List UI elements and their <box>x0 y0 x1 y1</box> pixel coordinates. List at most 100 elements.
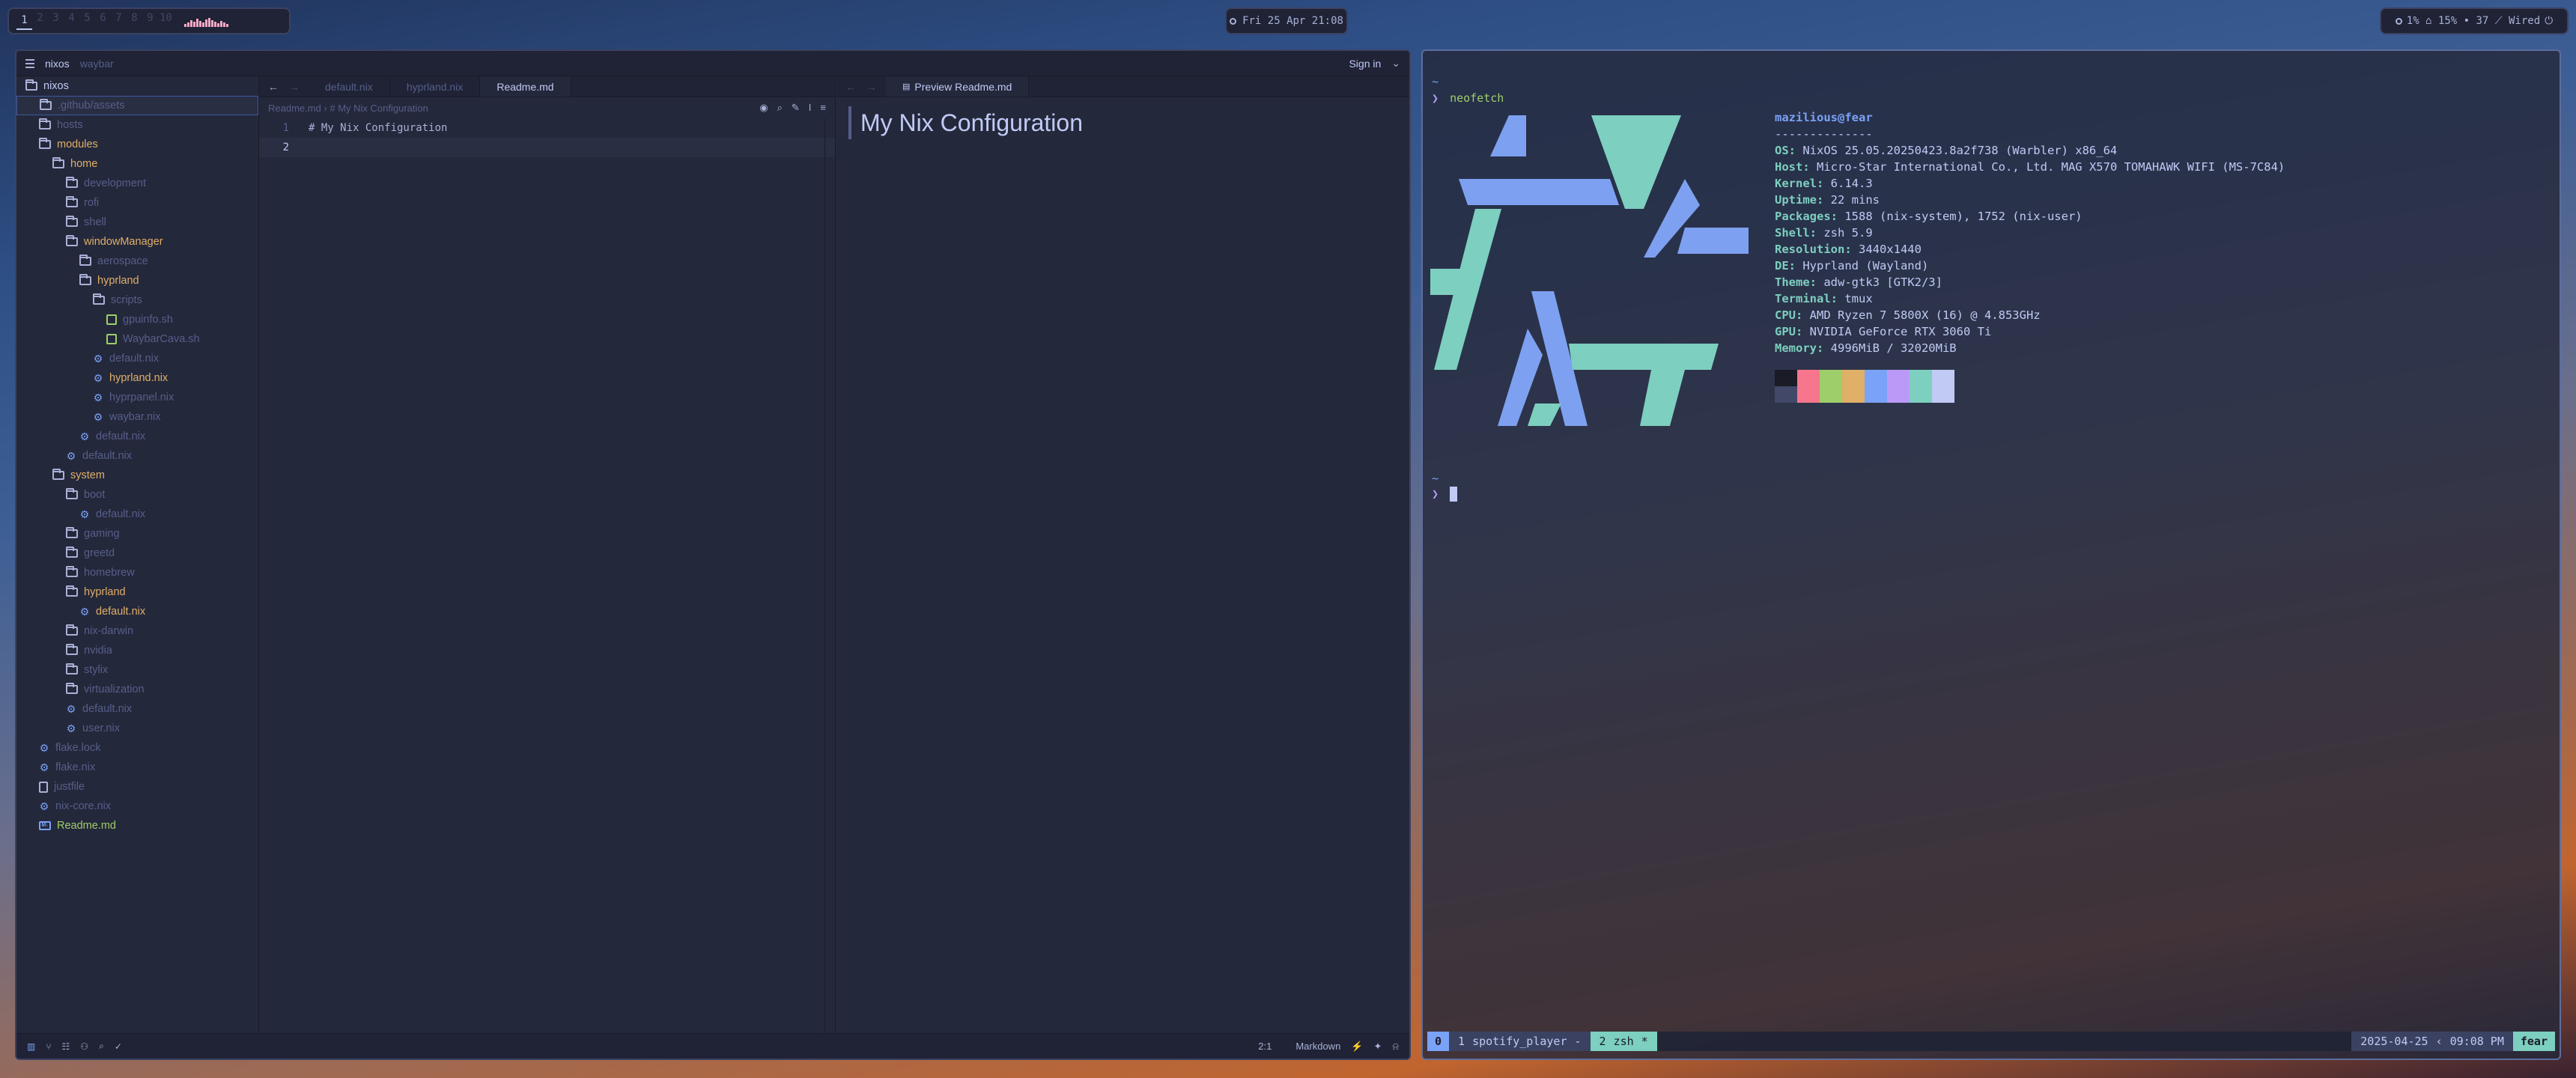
workspace-9[interactable]: 9 <box>142 12 158 30</box>
tree-item[interactable]: hyprland <box>16 582 258 602</box>
workspace-4[interactable]: 4 <box>64 12 79 30</box>
git-icon[interactable]: ⑂ <box>46 1041 51 1052</box>
check-icon[interactable]: ✓ <box>115 1041 122 1052</box>
tree-item[interactable]: home <box>16 154 258 174</box>
tree-item[interactable]: modules <box>16 135 258 154</box>
sign-in-button[interactable]: Sign in <box>1349 58 1381 70</box>
tree-item[interactable]: nvidia <box>16 641 258 660</box>
collab-icon[interactable]: ⚇ <box>80 1041 88 1052</box>
prompt-dir: ~ <box>1432 75 1439 88</box>
tree-item[interactable]: ⚙ flake.lock <box>16 738 258 758</box>
menu-icon[interactable] <box>25 58 34 68</box>
tree-item[interactable]: hyprland <box>16 271 258 290</box>
workspace-1[interactable]: 1 <box>16 12 32 30</box>
back-arrow-icon[interactable]: ← <box>268 81 279 93</box>
tree-item[interactable]: hosts <box>16 115 258 135</box>
line-number: 2 <box>282 141 289 153</box>
vertical-scrollbar[interactable] <box>824 118 833 1033</box>
tmux-window[interactable]: 2 zsh * <box>1590 1032 1657 1051</box>
workspace-3[interactable]: 3 <box>48 12 64 30</box>
tree-item[interactable]: virtualization <box>16 680 258 699</box>
search-icon[interactable]: ⌕ <box>99 1041 104 1052</box>
assistant-icon[interactable]: ✦ <box>1373 1041 1382 1053</box>
tree-item[interactable]: aerospace <box>16 252 258 271</box>
power-icon[interactable]: ⏻ <box>2545 15 2553 27</box>
workspace-10[interactable]: 10 <box>158 12 174 30</box>
system-status-widget[interactable]: 1% ⌂ 15% • 37 ⟋ Wired ⏻ <box>2380 7 2569 34</box>
tab-preview-readme[interactable]: ▤ Preview Readme.md <box>886 76 1030 97</box>
tree-item[interactable]: ⚙ user.nix <box>16 719 258 738</box>
tree-item[interactable]: ⚙ default.nix <box>16 505 258 524</box>
tmux-window[interactable]: 1 spotify_player - <box>1449 1032 1591 1051</box>
workspace-2[interactable]: 2 <box>32 12 48 30</box>
folder-icon <box>66 527 78 538</box>
tree-item-label: homebrew <box>84 567 135 579</box>
project-panel-icon[interactable]: ▥ <box>27 1041 35 1052</box>
workspace-8[interactable]: 8 <box>127 12 142 30</box>
tree-item[interactable]: ⚙ default.nix <box>16 602 258 621</box>
tree-item[interactable]: nix-darwin <box>16 621 258 641</box>
workspace-7[interactable]: 7 <box>111 12 127 30</box>
tree-item[interactable]: ⚙ default.nix <box>16 349 258 368</box>
workspace-5[interactable]: 5 <box>79 12 95 30</box>
cursor-icon[interactable]: I <box>809 102 812 114</box>
tree-item[interactable]: nixos <box>16 76 258 96</box>
editor-tab[interactable]: default.nix <box>309 76 390 97</box>
tree-item[interactable]: ⚙ nix-core.nix <box>16 797 258 816</box>
clock-widget[interactable]: Fri 25 Apr 21:08 <box>1225 7 1348 34</box>
tree-item[interactable]: scripts <box>16 290 258 310</box>
back-arrow-icon[interactable]: ← <box>845 81 856 93</box>
code-line[interactable]: 2 <box>259 138 835 157</box>
git-branch[interactable]: waybar <box>80 58 114 70</box>
preview-eye-icon[interactable]: ◉ <box>759 102 768 114</box>
tree-item[interactable]: ⚙ default.nix <box>16 699 258 719</box>
tree-item-label: flake.nix <box>55 761 96 773</box>
terminal-window[interactable]: ~ ❯ neofetch mazilious@fear ------------… <box>1421 49 2561 1060</box>
info-value: 4996MiB / 32020MiB <box>1823 341 1957 355</box>
workspace-6[interactable]: 6 <box>95 12 111 30</box>
tree-item[interactable]: gpuinfo.sh <box>16 310 258 329</box>
tree-item[interactable]: gaming <box>16 524 258 543</box>
bolt-icon[interactable]: ⚡ <box>1351 1041 1363 1053</box>
tree-item[interactable]: ⚙ flake.nix <box>16 758 258 777</box>
tree-item[interactable]: development <box>16 174 258 193</box>
tree-item[interactable]: shell <box>16 213 258 232</box>
tree-item[interactable]: homebrew <box>16 563 258 582</box>
info-key: Packages: <box>1775 210 1838 223</box>
tree-item[interactable]: greetd <box>16 543 258 563</box>
tree-item[interactable]: ⚙ default.nix <box>16 446 258 466</box>
tree-item[interactable]: system <box>16 466 258 485</box>
tree-item[interactable]: .github/assets <box>16 96 258 115</box>
forward-arrow-icon[interactable]: → <box>289 81 300 93</box>
editor-tab[interactable]: hyprland.nix <box>390 76 481 97</box>
forward-arrow-icon[interactable]: → <box>866 81 877 93</box>
project-name[interactable]: nixos <box>45 58 70 70</box>
tree-item[interactable]: justfile <box>16 777 258 797</box>
breadcrumb[interactable]: Readme.md › # My Nix Configuration ◉ ⌕ ✎… <box>259 97 835 118</box>
folder-icon <box>79 255 91 266</box>
tmux-session[interactable]: 0 <box>1427 1032 1450 1051</box>
tree-item[interactable]: ⚙ default.nix <box>16 427 258 446</box>
tree-item[interactable]: windowManager <box>16 232 258 252</box>
tree-item[interactable]: ⚙ waybar.nix <box>16 407 258 427</box>
tree-item[interactable]: stylix <box>16 660 258 680</box>
tree-item[interactable]: ⚙ hyprpanel.nix <box>16 388 258 407</box>
outline-icon[interactable]: ☷ <box>62 1041 70 1052</box>
cursor-position[interactable]: 2:1 <box>1258 1041 1272 1052</box>
chevron-down-icon[interactable]: ⌄ <box>1391 57 1400 70</box>
settings-sliders-icon[interactable]: ≡ <box>820 102 826 114</box>
bell-icon[interactable]: ⍾ <box>1392 1041 1399 1053</box>
code-area[interactable]: 1 # My Nix Configuration 2 <box>259 118 835 157</box>
editor-tab[interactable]: Readme.md <box>480 76 571 97</box>
search-icon[interactable]: ⌕ <box>777 102 783 114</box>
tree-item[interactable]: ⚙ hyprland.nix <box>16 368 258 388</box>
prompt-char: ❯ <box>1432 91 1439 105</box>
tree-item[interactable]: M↓ Readme.md <box>16 816 258 835</box>
tree-item[interactable]: rofi <box>16 193 258 213</box>
language-selector[interactable]: Markdown <box>1295 1041 1340 1052</box>
assistant-icon[interactable]: ✎ <box>792 102 800 114</box>
code-line[interactable]: 1 # My Nix Configuration <box>259 118 835 138</box>
folder-icon <box>52 157 64 168</box>
tree-item[interactable]: boot <box>16 485 258 505</box>
tree-item[interactable]: WaybarCava.sh <box>16 329 258 349</box>
